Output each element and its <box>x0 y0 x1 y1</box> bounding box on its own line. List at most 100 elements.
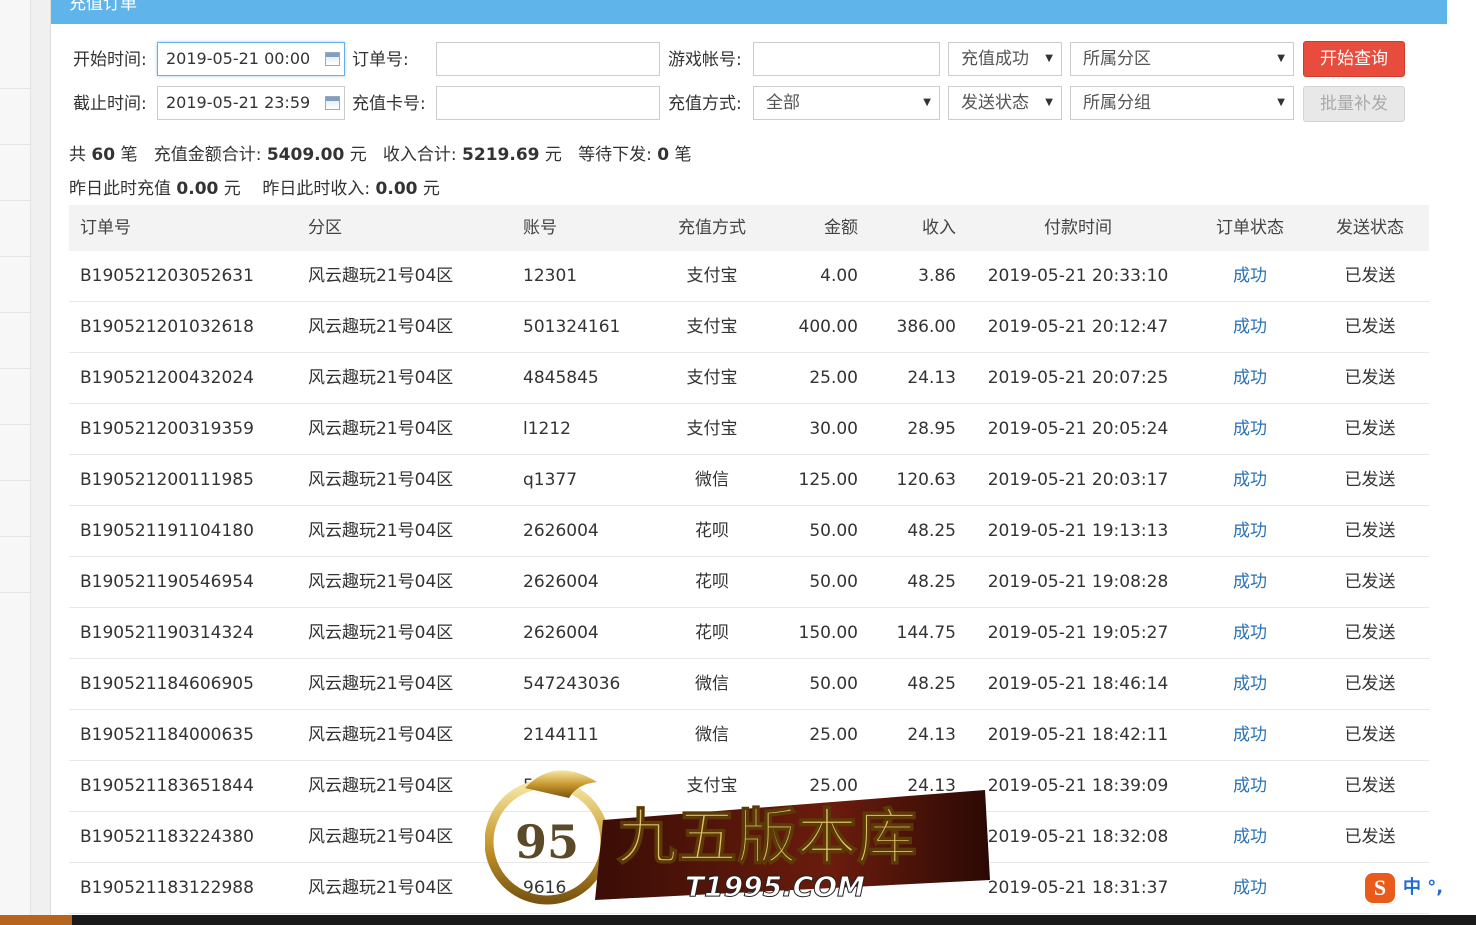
order-no-cell: B190521183651844 <box>80 776 254 796</box>
order-status-cell[interactable]: 成功 <box>1200 506 1300 556</box>
game-account-input[interactable] <box>753 42 940 76</box>
income-cell: 386.00 <box>896 317 956 337</box>
chevron-down-icon: ▼ <box>1045 53 1053 64</box>
send-status-cell: 已发送 <box>1344 827 1396 847</box>
account-cell: 2144111 <box>523 725 599 745</box>
panel-header: 充值订单 <box>51 0 1448 24</box>
amount-cell: 150.00 <box>798 623 858 643</box>
column-header: 订单状态 <box>1216 218 1284 238</box>
zone-cell: 风云趣玩21号04区 <box>308 266 454 286</box>
income-cell: 48.25 <box>907 521 956 541</box>
pay-method-cell: 支付宝 <box>686 317 738 337</box>
order-status-cell[interactable]: 成功 <box>1200 863 1300 913</box>
zone-select-value: 所属分区 <box>1083 49 1151 69</box>
send-status-cell: 已发送 <box>1344 725 1396 745</box>
pay-time-cell: 2019-05-21 19:05:27 <box>987 623 1169 643</box>
table-row: B190521184000635 风云趣玩21号04区 2144111 微信 25.00… <box>69 710 1429 761</box>
account-cell: 2626004 <box>523 623 599 643</box>
amount-cell: 50.00 <box>809 521 858 541</box>
zone-cell: 风云趣玩21号04区 <box>308 776 454 796</box>
zone-select[interactable]: 所属分区 ▼ <box>1070 42 1294 76</box>
order-no-cell: B190521190314324 <box>80 623 254 643</box>
income-cell: 28.95 <box>907 419 956 439</box>
column-header: 充值方式 <box>678 218 746 238</box>
income-cell: 48.25 <box>907 674 956 694</box>
batch-resend-button[interactable]: 批量补发 <box>1303 86 1405 122</box>
order-no-input[interactable] <box>436 42 660 76</box>
order-status-cell[interactable]: 成功 <box>1200 761 1300 811</box>
account-cell: 2626004 <box>523 572 599 592</box>
zone-cell: 风云趣玩21号04区 <box>308 623 454 643</box>
group-select[interactable]: 所属分组 ▼ <box>1070 86 1294 120</box>
pay-method-cell: 微信 <box>695 725 729 745</box>
end-time-input[interactable]: 2019-05-21 23:59 <box>157 86 345 120</box>
order-no-cell: B190521184000635 <box>80 725 254 745</box>
amount-cell: 25.00 <box>809 725 858 745</box>
taskbar-item[interactable] <box>0 915 72 925</box>
income-cell: 144.75 <box>896 623 956 643</box>
order-status-cell[interactable]: 成功 <box>1200 455 1300 505</box>
order-no-cell: B190521191104180 <box>80 521 254 541</box>
brand-site: T1995.COM <box>685 870 865 903</box>
income-cell: 48.25 <box>907 572 956 592</box>
send-status-select[interactable]: 发送状态 ▼ <box>948 86 1062 120</box>
order-status-cell[interactable]: 成功 <box>1200 302 1300 352</box>
pay-time-cell: 2019-05-21 20:33:10 <box>987 266 1169 286</box>
table-header: 订单号 分区 账号 充值方式 金额 收入 付款时间 订单状态 发送状态 <box>69 205 1429 251</box>
emblem-text: 95 <box>515 815 579 869</box>
total-count: 60 <box>91 145 116 165</box>
calendar-icon[interactable] <box>325 96 340 110</box>
order-status-cell[interactable]: 成功 <box>1200 404 1300 454</box>
order-status-cell[interactable]: 成功 <box>1200 251 1300 301</box>
order-status-cell[interactable]: 成功 <box>1200 812 1300 862</box>
watermark-logo: 95 九五版本库 T1995.COM <box>485 770 990 905</box>
account-cell: 4845845 <box>523 368 599 388</box>
card-no-input[interactable] <box>436 86 660 120</box>
table-row: B190521203052631 风云趣玩21号04区 12301 支付宝 4.00 3.… <box>69 251 1429 302</box>
calendar-icon[interactable] <box>325 52 340 66</box>
column-header: 分区 <box>308 218 342 238</box>
column-header: 金额 <box>824 218 858 238</box>
order-status-cell[interactable]: 成功 <box>1200 710 1300 760</box>
pay-method-cell: 支付宝 <box>686 368 738 388</box>
pay-time-cell: 2019-05-21 18:31:37 <box>987 878 1169 898</box>
zone-cell: 风云趣玩21号04区 <box>308 725 454 745</box>
pay-method-select[interactable]: 全部 ▼ <box>753 86 940 120</box>
yesterday-recharge: 0.00 <box>176 179 219 199</box>
amount-cell: 50.00 <box>809 674 858 694</box>
order-no-cell: B190521200432024 <box>80 368 254 388</box>
order-no-cell: B190521200319359 <box>80 419 254 439</box>
table-row: B190521190314324 风云趣玩21号04区 2626004 花呗 150.0… <box>69 608 1429 659</box>
pay-time-cell: 2019-05-21 18:39:09 <box>987 776 1169 796</box>
table-row: B190521191104180 风云趣玩21号04区 2626004 花呗 50.00… <box>69 506 1429 557</box>
status-select[interactable]: 充值成功 ▼ <box>948 42 1062 76</box>
chevron-down-icon: ▼ <box>1277 97 1285 108</box>
start-time-input[interactable]: 2019-05-21 00:00 <box>157 42 345 76</box>
order-no-cell: B190521183224380 <box>80 827 254 847</box>
start-time-label: 开始时间: <box>73 50 147 70</box>
order-status-cell[interactable]: 成功 <box>1200 353 1300 403</box>
summary-line-2: 昨日此时充值 0.00 元 昨日此时收入: 0.00 元 <box>69 179 440 199</box>
group-select-value: 所属分组 <box>1083 93 1151 113</box>
start-query-button[interactable]: 开始查询 <box>1303 41 1405 77</box>
summary-line-1: 共 60 笔 充值金额合计: 5409.00 元 收入合计: 5219.69 元… <box>69 145 692 165</box>
order-status-cell[interactable]: 成功 <box>1200 557 1300 607</box>
chevron-down-icon: ▼ <box>923 97 931 108</box>
account-cell: 12301 <box>523 266 578 286</box>
sogou-icon[interactable]: S <box>1365 873 1395 903</box>
order-status-cell[interactable]: 成功 <box>1200 659 1300 709</box>
order-status-cell[interactable]: 成功 <box>1200 608 1300 658</box>
table-row: B190521184606905 风云趣玩21号04区 547243036 微信 50.… <box>69 659 1429 710</box>
zone-cell: 风云趣玩21号04区 <box>308 368 454 388</box>
amount-cell: 125.00 <box>798 470 858 490</box>
column-header: 订单号 <box>80 218 131 238</box>
ime-toolbar[interactable]: S 中 °, <box>1363 873 1476 905</box>
order-no-cell: B190521184606905 <box>80 674 254 694</box>
pay-time-cell: 2019-05-21 20:03:17 <box>987 470 1169 490</box>
ime-mode[interactable]: 中 °, <box>1403 875 1443 901</box>
pay-time-cell: 2019-05-21 20:12:47 <box>987 317 1169 337</box>
column-header: 收入 <box>922 218 956 238</box>
chevron-down-icon: ▼ <box>1045 97 1053 108</box>
zone-cell: 风云趣玩21号04区 <box>308 674 454 694</box>
amount-cell: 30.00 <box>809 419 858 439</box>
